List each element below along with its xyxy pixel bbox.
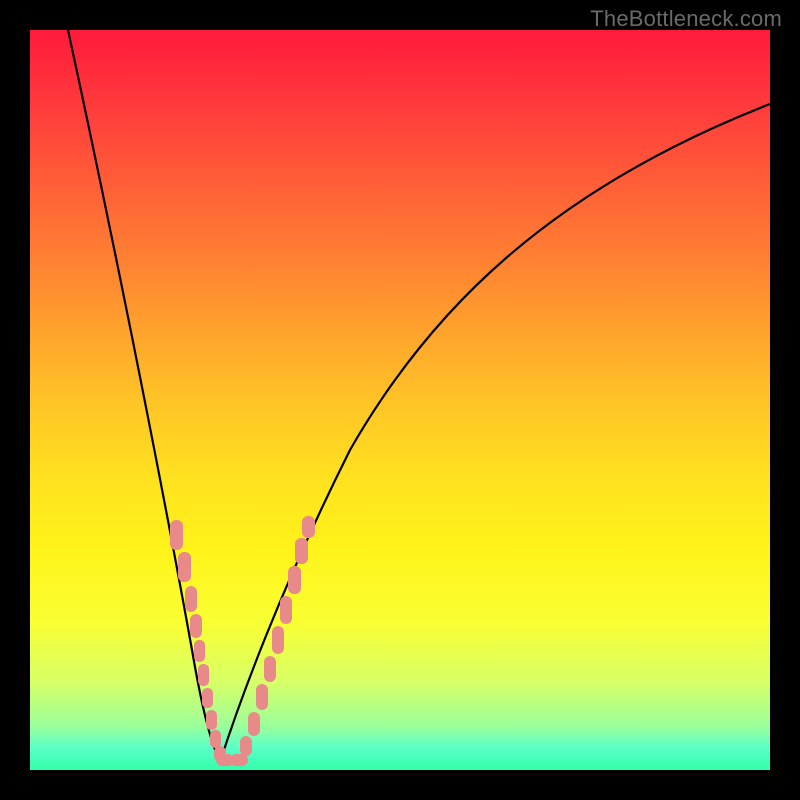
highlight-band bbox=[170, 516, 315, 766]
curve-right-branch bbox=[220, 104, 770, 762]
chart-frame: TheBottleneck.com bbox=[0, 0, 800, 800]
chart-curve bbox=[30, 30, 770, 770]
watermark-text: TheBottleneck.com bbox=[590, 6, 782, 32]
